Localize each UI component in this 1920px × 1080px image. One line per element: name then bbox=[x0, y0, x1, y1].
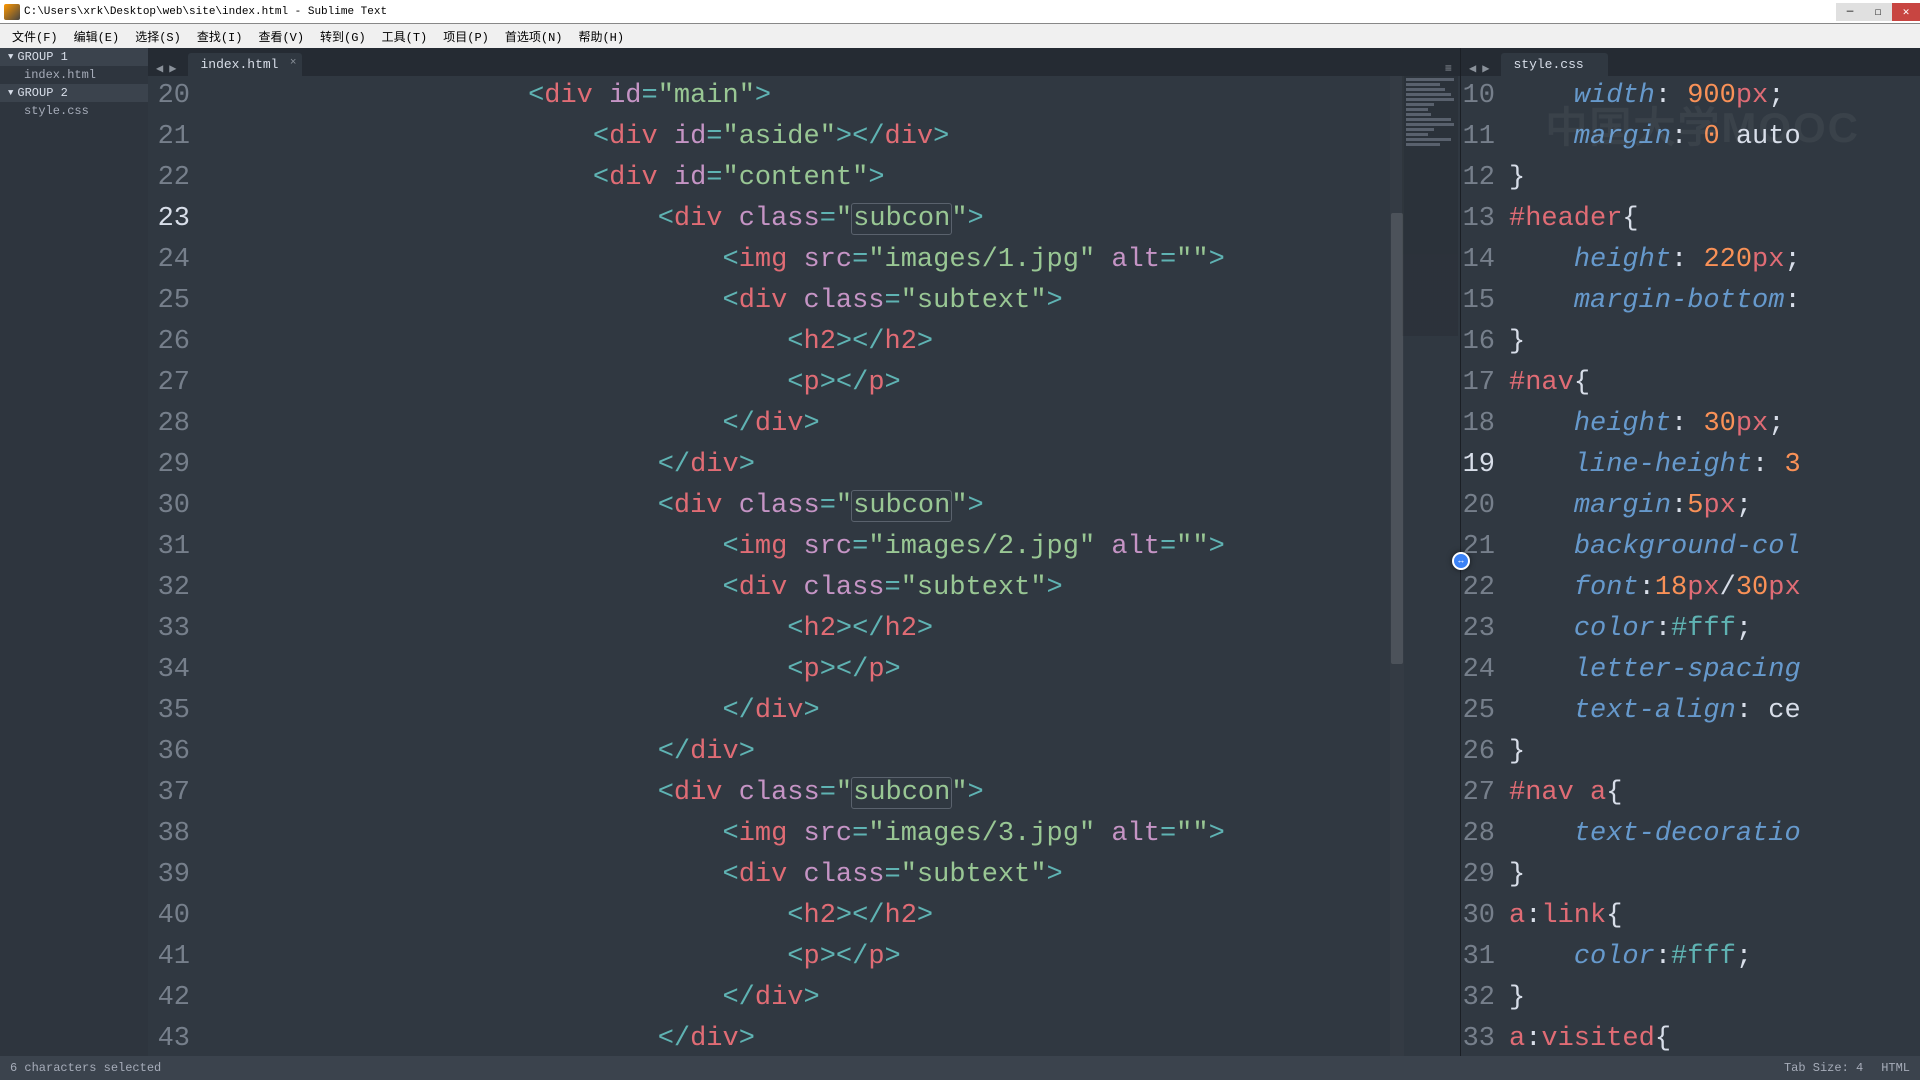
group-label: GROUP 2 bbox=[17, 86, 67, 100]
tab-history-fwd-icon[interactable]: ▶ bbox=[1480, 61, 1491, 76]
tab-menu-icon[interactable]: ≡ bbox=[1443, 62, 1454, 76]
tab-close-icon[interactable]: × bbox=[290, 57, 297, 69]
group-label: GROUP 1 bbox=[17, 50, 67, 64]
menu-item[interactable]: 查找(I) bbox=[189, 28, 251, 45]
window-title: C:\Users\xrk\Desktop\web\site\index.html… bbox=[24, 6, 387, 18]
tab-label: style.css bbox=[1513, 57, 1583, 72]
titlebar: C:\Users\xrk\Desktop\web\site\index.html… bbox=[0, 0, 1920, 24]
menu-item[interactable]: 查看(V) bbox=[250, 28, 312, 45]
editor-right[interactable]: 1011121314151617181920212223242526272829… bbox=[1461, 76, 1920, 1056]
menu-item[interactable]: 项目(P) bbox=[435, 28, 497, 45]
chevron-down-icon: ▼ bbox=[8, 52, 13, 62]
app-icon bbox=[4, 4, 20, 20]
code-right[interactable]: width: 900px; margin: 0 auto}#header{ he… bbox=[1509, 76, 1920, 1056]
menu-item[interactable]: 编辑(E) bbox=[66, 28, 128, 45]
code-left[interactable]: <div id="main"> <div id="aside"></div> <… bbox=[204, 76, 1460, 1056]
menu-item[interactable]: 选择(S) bbox=[127, 28, 189, 45]
tab-index-html[interactable]: index.html × bbox=[188, 53, 302, 76]
sidebar: ▼ GROUP 1 index.html ▼ GROUP 2 style.css bbox=[0, 48, 148, 1056]
status-selection: 6 characters selected bbox=[10, 1061, 161, 1075]
statusbar: 6 characters selected Tab Size: 4 HTML bbox=[0, 1056, 1920, 1080]
sidebar-file-item[interactable]: index.html bbox=[0, 66, 148, 84]
sidebar-group-header[interactable]: ▼ GROUP 1 bbox=[0, 48, 148, 66]
minimize-button[interactable]: — bbox=[1836, 3, 1864, 21]
gutter-left: 2021222324252627282930313233343536373839… bbox=[148, 76, 204, 1056]
status-syntax[interactable]: HTML bbox=[1881, 1061, 1910, 1075]
tab-history-back-icon[interactable]: ◀ bbox=[1467, 61, 1478, 76]
tab-history-fwd-icon[interactable]: ▶ bbox=[167, 61, 178, 76]
menubar: 文件(F)编辑(E)选择(S)查找(I)查看(V)转到(G)工具(T)项目(P)… bbox=[0, 24, 1920, 48]
tab-history-back-icon[interactable]: ◀ bbox=[154, 61, 165, 76]
menu-item[interactable]: 首选项(N) bbox=[497, 28, 571, 45]
close-button[interactable]: ✕ bbox=[1892, 3, 1920, 21]
chevron-down-icon: ▼ bbox=[8, 88, 13, 98]
sidebar-group-header[interactable]: ▼ GROUP 2 bbox=[0, 84, 148, 102]
editor-left[interactable]: 2021222324252627282930313233343536373839… bbox=[148, 76, 1460, 1056]
editor-pane-right: ↔ ◀ ▶ style.css 101112131415161718192021… bbox=[1460, 48, 1920, 1056]
minimap-left[interactable] bbox=[1402, 76, 1458, 336]
tab-bar-left: ◀ ▶ index.html × ≡ bbox=[148, 48, 1460, 76]
scrollbar-left[interactable] bbox=[1390, 76, 1404, 1056]
menu-item[interactable]: 帮助(H) bbox=[570, 28, 632, 45]
menu-item[interactable]: 转到(G) bbox=[312, 28, 374, 45]
sidebar-file-item[interactable]: style.css bbox=[0, 102, 148, 120]
maximize-button[interactable]: ☐ bbox=[1864, 3, 1892, 21]
menu-item[interactable]: 文件(F) bbox=[4, 28, 66, 45]
tab-style-css[interactable]: style.css bbox=[1501, 53, 1607, 76]
status-tabsize[interactable]: Tab Size: 4 bbox=[1784, 1061, 1863, 1075]
editor-pane-left: ◀ ▶ index.html × ≡ 202122232425262728293… bbox=[148, 48, 1460, 1056]
pane-splitter-handle[interactable]: ↔ bbox=[1452, 552, 1470, 570]
tab-bar-right: ◀ ▶ style.css bbox=[1461, 48, 1920, 76]
tab-label: index.html bbox=[200, 57, 278, 72]
menu-item[interactable]: 工具(T) bbox=[374, 28, 436, 45]
